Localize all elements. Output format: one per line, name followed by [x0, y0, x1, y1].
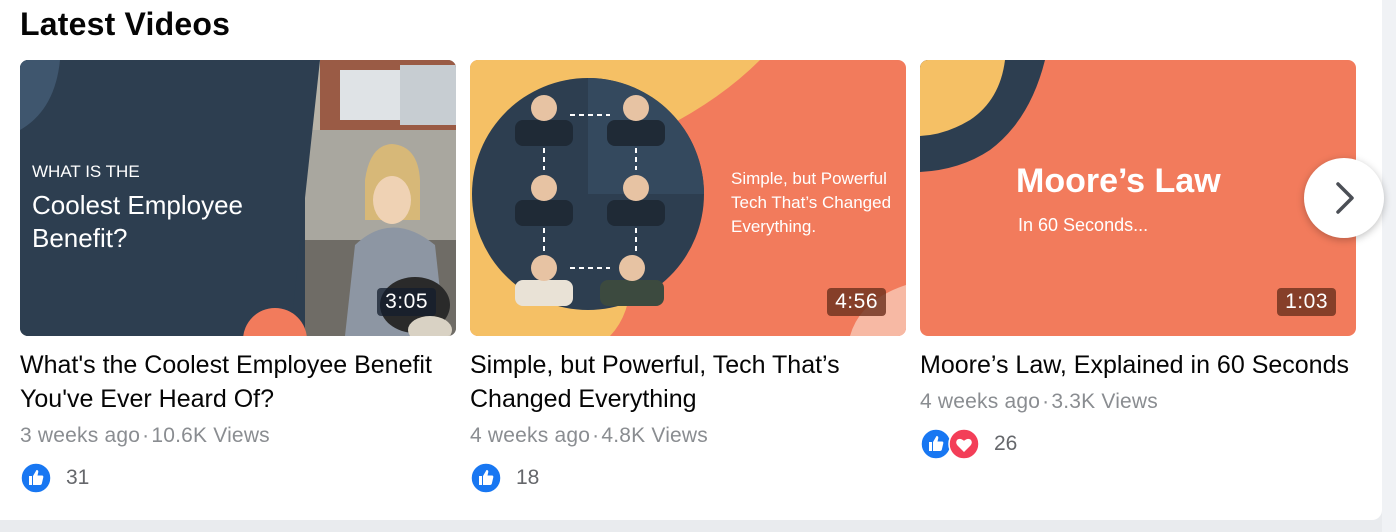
video-age: 3 weeks ago: [20, 424, 141, 447]
reactions-row[interactable]: 31: [20, 462, 456, 494]
duration-badge: 3:05: [377, 288, 436, 316]
video-meta: 4 weeks ago·4.8K Views: [470, 424, 906, 448]
video-thumbnail[interactable]: Moore’s Law In 60 Seconds... 1:03: [920, 60, 1356, 336]
video-title[interactable]: Simple, but Powerful, Tech That’s Change…: [470, 348, 906, 416]
reactions-row[interactable]: 18: [470, 462, 906, 494]
page-scroll-area: [1382, 0, 1396, 532]
meta-separator: ·: [1042, 390, 1050, 413]
video-views: 4.8K Views: [601, 424, 708, 447]
video-card[interactable]: Simple, but Powerful Tech That’s Changed…: [470, 60, 906, 494]
section-title: Latest Videos: [20, 6, 231, 42]
video-meta: 3 weeks ago·10.6K Views: [20, 424, 456, 448]
next-videos-button[interactable]: [1304, 158, 1384, 238]
thumb-big-text-2: Benefit?: [32, 223, 127, 253]
reaction-count: 31: [66, 466, 90, 489]
thumb-line-3: Everything.: [731, 217, 816, 236]
video-thumbnail[interactable]: Simple, but Powerful Tech That’s Changed…: [470, 60, 906, 336]
reactions-row[interactable]: 26: [920, 428, 1356, 460]
thumb-small-text: In 60 Seconds...: [1018, 215, 1148, 235]
video-card[interactable]: WHAT IS THE Coolest Employee Benefit? 3:…: [20, 60, 456, 494]
meta-separator: ·: [142, 424, 150, 447]
video-views: 10.6K Views: [151, 424, 270, 447]
duration-badge: 4:56: [827, 288, 886, 316]
like-icon: [470, 462, 502, 494]
video-card[interactable]: Moore’s Law In 60 Seconds... 1:03 Moore’…: [920, 60, 1356, 460]
duration-badge: 1:03: [1277, 288, 1336, 316]
thumb-small-text: WHAT IS THE: [32, 162, 140, 181]
video-title[interactable]: Moore’s Law, Explained in 60 Seconds: [920, 348, 1356, 382]
chevron-right-icon: [1336, 182, 1354, 214]
reaction-count: 18: [516, 466, 540, 489]
thumb-line-2: Tech That’s Changed: [731, 193, 891, 212]
video-age: 4 weeks ago: [920, 390, 1041, 413]
video-thumbnail[interactable]: WHAT IS THE Coolest Employee Benefit? 3:…: [20, 60, 456, 336]
video-age: 4 weeks ago: [470, 424, 591, 447]
thumb-line-1: Simple, but Powerful: [731, 169, 887, 188]
video-title[interactable]: What's the Coolest Employee Benefit You'…: [20, 348, 456, 416]
like-icon: [20, 462, 52, 494]
video-meta: 4 weeks ago·3.3K Views: [920, 390, 1356, 414]
thumb-big-text: Moore’s Law: [1016, 162, 1221, 200]
video-views: 3.3K Views: [1051, 390, 1158, 413]
reaction-count: 26: [994, 432, 1018, 455]
thumb-big-text-1: Coolest Employee: [32, 190, 243, 220]
meta-separator: ·: [592, 424, 600, 447]
love-icon: [948, 428, 980, 460]
